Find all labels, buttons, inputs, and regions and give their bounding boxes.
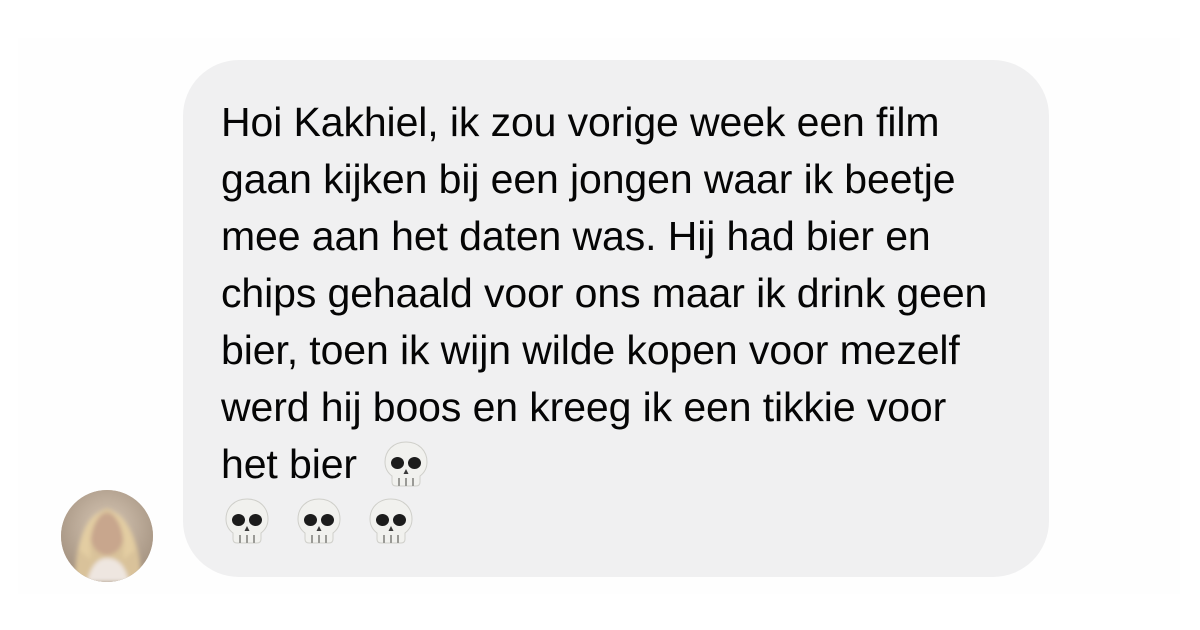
screenshot-canvas: Hoi Kakhiel, ik zou vorige week een film…	[0, 0, 1200, 630]
avatar[interactable]	[61, 490, 153, 582]
skull-emoji-icon	[369, 498, 413, 544]
skull-emoji-icon	[225, 498, 269, 544]
message-text: Hoi Kakhiel, ik zou vorige week een film…	[221, 94, 1013, 550]
skull-emoji-icon	[384, 441, 428, 487]
message-body: Hoi Kakhiel, ik zou vorige week een film…	[221, 99, 988, 487]
avatar-photo-icon	[61, 490, 153, 582]
skull-emoji-icon	[297, 498, 341, 544]
message-bubble[interactable]: Hoi Kakhiel, ik zou vorige week een film…	[183, 60, 1049, 577]
